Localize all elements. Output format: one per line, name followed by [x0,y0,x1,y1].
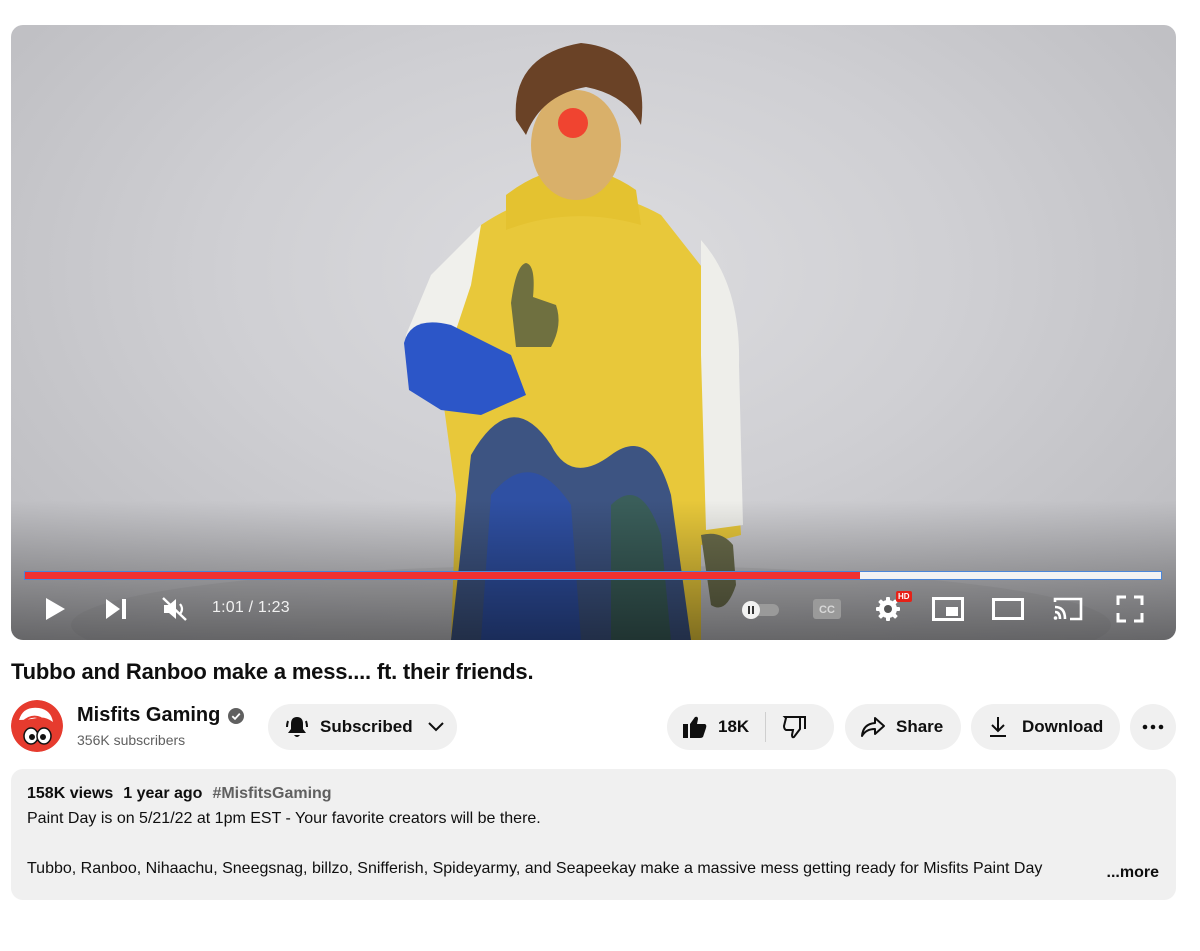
description-meta: 158K views 1 year ago #MisfitsGaming [27,785,1160,803]
time-display: 1:01 / 1:23 [212,599,290,616]
misfits-logo-icon [11,700,63,752]
channel-avatar[interactable] [11,700,63,752]
next-icon [106,599,126,619]
description-line-1: Paint Day is on 5/21/22 at 1pm EST - You… [27,810,541,827]
cast-button[interactable] [1051,593,1085,625]
description-fade [1052,862,1092,886]
captions-button[interactable]: CC [811,593,843,625]
more-horizontal-icon [1142,724,1164,730]
mute-icon [162,597,187,621]
thumbs-up-icon [683,716,707,738]
share-icon [861,717,885,737]
captions-icon: CC [813,599,841,619]
miniplayer-button[interactable] [931,593,965,625]
video-title: Tubbo and Ranboo make a mess.... ft. the… [11,659,534,684]
view-count: 158K views [27,785,114,802]
progress-played [25,572,860,579]
autoplay-toggle-icon [742,601,779,619]
download-icon [990,717,1006,737]
like-count: 18K [718,717,750,736]
next-button[interactable] [102,593,130,625]
theater-mode-button[interactable] [991,593,1025,625]
like-button[interactable]: 18K [682,715,765,739]
bell-icon [286,717,308,737]
cast-icon [1053,597,1083,621]
mute-button[interactable] [159,593,191,625]
description-box[interactable]: 158K views 1 year ago #MisfitsGaming Pai… [11,769,1176,900]
fullscreen-icon [1116,595,1144,623]
verified-check-icon [228,707,245,724]
play-icon [46,598,65,620]
subscriber-count: 356K subscribers [77,732,186,748]
subscribed-label: Subscribed [320,717,413,736]
play-button[interactable] [41,593,69,625]
hd-badge: HD [896,591,912,602]
chevron-down-icon [427,722,444,732]
fullscreen-button[interactable] [1115,593,1145,625]
show-more-link[interactable]: ...more [1100,864,1159,882]
more-actions-button[interactable] [1130,704,1176,750]
miniplayer-icon [932,597,964,621]
description-line-2: Tubbo, Ranboo, Nihaachu, Sneegsnag, bill… [27,860,1043,877]
subscribed-button[interactable]: Subscribed [268,704,457,750]
share-label: Share [896,717,944,736]
progress-bar[interactable] [24,571,1162,580]
video-player[interactable]: 1:01 / 1:23 CC HD [11,25,1176,640]
like-dislike-group: 18K [667,704,834,750]
download-label: Download [1022,717,1104,736]
share-button[interactable]: Share [845,704,961,750]
channel-name[interactable]: Misfits Gaming [77,704,220,727]
thumbs-down-icon [782,716,807,739]
dislike-button[interactable] [766,715,808,739]
svg-text:CC: CC [819,604,835,616]
upload-age: 1 year ago [123,785,203,802]
autoplay-toggle[interactable] [739,593,783,625]
theater-icon [992,598,1024,620]
download-button[interactable]: Download [971,704,1120,750]
channel-name-row[interactable]: Misfits Gaming [77,704,245,727]
hashtag-link[interactable]: #MisfitsGaming [212,785,331,803]
